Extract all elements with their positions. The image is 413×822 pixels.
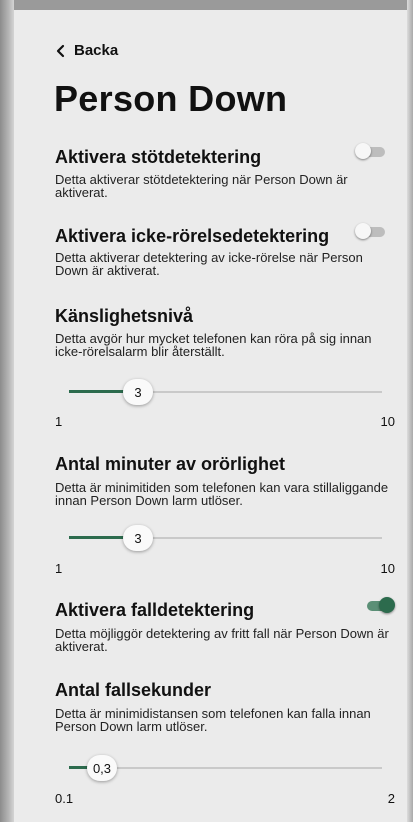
slider-desc-fall-seconds: Detta är minimidistansen som telefonen k… xyxy=(55,706,371,734)
setting-desc-no-movement: Detta aktiverar detektering av icke-röre… xyxy=(55,250,363,278)
back-label: Backa xyxy=(74,42,119,59)
setting-title-no-movement: Aktivera icke-rörelsedetektering xyxy=(55,226,330,246)
slider-min-label: 1 xyxy=(55,561,63,576)
slider-desc-inactivity-minutes: Detta är minimitiden som telefonen kan v… xyxy=(55,480,389,508)
sensitivity-slider[interactable]: 3 xyxy=(69,374,382,408)
setting-desc-impact: Detta aktiverar stötdetektering när Pers… xyxy=(55,172,348,200)
setting-title-impact: Aktivera stötdetektering xyxy=(55,147,262,167)
settings-screen: Backa Person Down Aktivera stötdetekteri… xyxy=(14,10,407,822)
chevron-left-icon xyxy=(56,44,65,57)
slider-min-label: 0.1 xyxy=(55,791,74,806)
toggle-knob xyxy=(355,223,371,239)
slider-thumb[interactable]: 3 xyxy=(123,379,153,405)
slider-max-label: 10 xyxy=(380,561,395,576)
device-frame-left xyxy=(0,0,14,822)
slider-max-label: 10 xyxy=(380,414,395,429)
setting-desc-fall: Detta möjliggör detektering av fritt fal… xyxy=(55,626,389,654)
slider-thumb[interactable]: 0,3 xyxy=(87,755,117,781)
fall-detection-toggle[interactable] xyxy=(363,596,395,616)
no-movement-detection-toggle[interactable] xyxy=(355,222,387,242)
slider-desc-sensitivity: Detta avgör hur mycket telefonen kan rör… xyxy=(55,331,372,359)
slider-min-label: 1 xyxy=(55,414,63,429)
back-button[interactable]: Backa xyxy=(56,42,118,59)
device-frame-right xyxy=(407,0,413,822)
slider-title-fall-seconds: Antal fallsekunder xyxy=(55,680,212,700)
fall-seconds-slider[interactable]: 0,3 xyxy=(69,750,382,784)
toggle-knob xyxy=(379,597,395,613)
impact-detection-toggle[interactable] xyxy=(355,142,387,162)
slider-max-label: 2 xyxy=(387,791,395,806)
setting-title-fall: Aktivera falldetektering xyxy=(55,600,255,620)
toggle-knob xyxy=(355,143,371,159)
slider-title-inactivity-minutes: Antal minuter av orörlighet xyxy=(55,454,286,474)
page-title: Person Down xyxy=(54,78,288,119)
slider-thumb[interactable]: 3 xyxy=(123,525,153,551)
slider-title-sensitivity: Känslighetsnivå xyxy=(55,306,194,326)
inactivity-minutes-slider[interactable]: 3 xyxy=(69,520,382,554)
